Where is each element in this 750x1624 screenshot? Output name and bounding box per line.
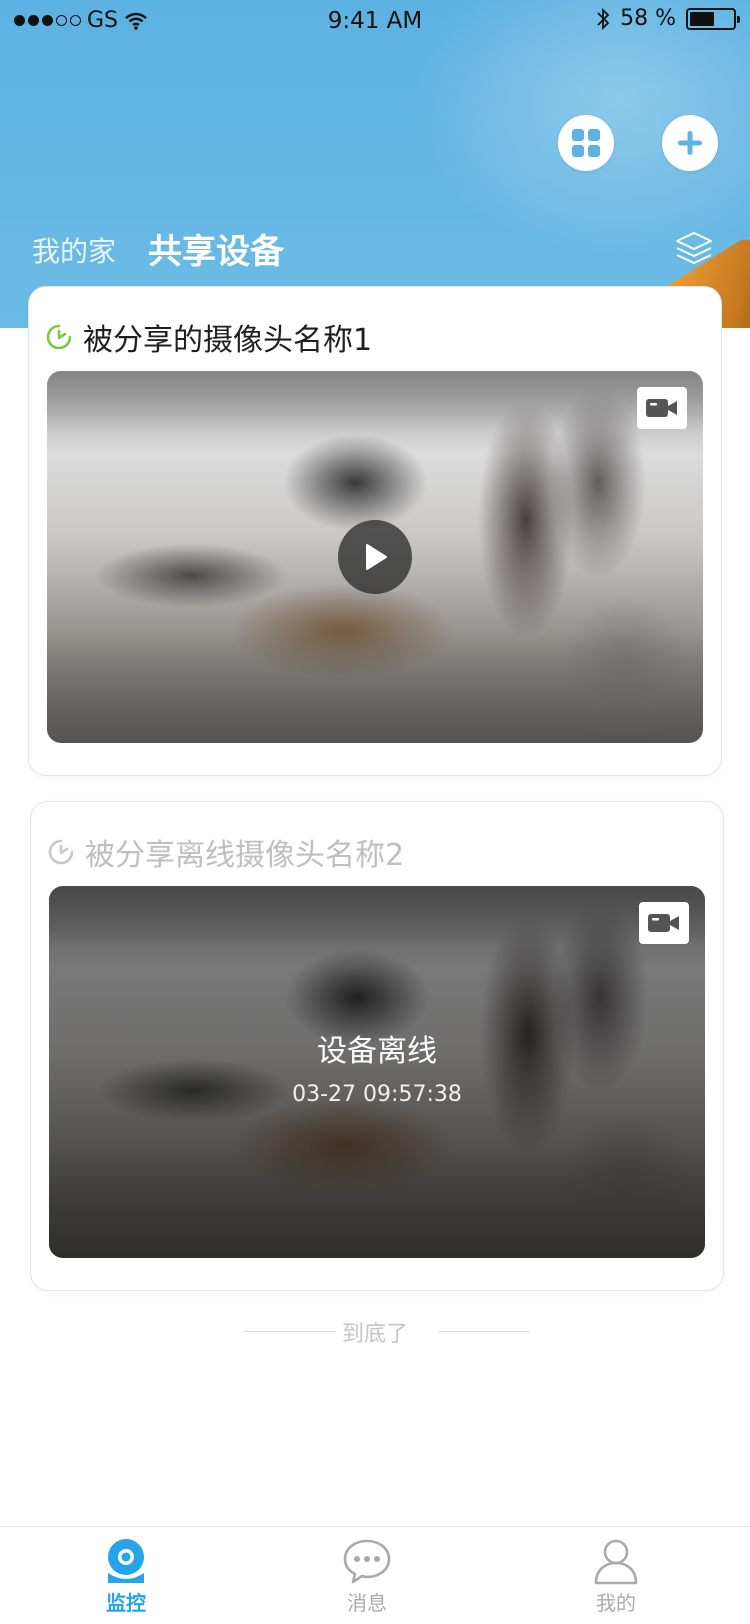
camera-monitor-icon <box>108 1539 144 1583</box>
layers-icon[interactable] <box>672 228 716 268</box>
tab-messages[interactable]: 消息 <box>307 1537 427 1616</box>
grid-view-button[interactable] <box>558 115 614 171</box>
offline-timestamp: 03-27 09:57:38 <box>292 1082 462 1107</box>
status-right: 58 % <box>596 6 740 31</box>
bluetooth-icon <box>597 7 610 30</box>
device-title: 被分享的摄像头名称1 <box>45 315 372 359</box>
status-bar: GS 9:41 AM 58 % <box>0 0 750 44</box>
tab-shared-devices[interactable]: 共享设备 <box>148 224 284 273</box>
grid-icon <box>572 129 600 157</box>
battery-fill <box>690 11 715 26</box>
chat-bubble-icon <box>343 1539 391 1584</box>
add-device-button[interactable] <box>662 115 718 171</box>
video-camera-icon <box>646 399 677 417</box>
camera-badge <box>639 902 689 944</box>
camera-preview[interactable]: 设备离线 03-27 09:57:38 <box>49 886 705 1258</box>
device-name: 被分享离线摄像头名称2 <box>85 838 405 873</box>
battery-percentage: 58 % <box>620 6 676 31</box>
tab-label: 我的 <box>596 1591 636 1615</box>
tab-label: 消息 <box>347 1591 387 1615</box>
tab-mine[interactable]: 我的 <box>556 1537 676 1616</box>
offline-overlay <box>49 886 705 1258</box>
end-of-list-text: 到底了 <box>341 1322 408 1347</box>
camera-preview[interactable] <box>47 371 703 743</box>
online-clock-icon <box>46 324 72 350</box>
tab-label: 监控 <box>106 1591 146 1615</box>
device-title: 被分享离线摄像头名称2 <box>47 830 404 874</box>
play-button[interactable] <box>338 520 412 594</box>
offline-label: 设备离线 <box>317 1034 437 1069</box>
play-icon <box>366 544 387 570</box>
device-card-offline[interactable]: 被分享离线摄像头名称2 设备离线 03-27 09:57:38 <box>30 801 724 1291</box>
camera-badge <box>637 387 687 429</box>
plus-icon <box>678 131 702 155</box>
device-card-online[interactable]: 被分享的摄像头名称1 <box>28 286 722 776</box>
video-camera-icon <box>648 914 679 932</box>
user-icon <box>594 1539 638 1585</box>
offline-clock-icon <box>48 839 74 865</box>
device-name: 被分享的摄像头名称1 <box>83 323 373 358</box>
tab-my-home[interactable]: 我的家 <box>32 230 116 270</box>
header-background <box>0 0 750 328</box>
tab-monitor[interactable]: 监控 <box>66 1537 186 1616</box>
battery-icon <box>686 7 740 30</box>
bottom-tab-bar: 监控 消息 我的 <box>0 1526 750 1624</box>
